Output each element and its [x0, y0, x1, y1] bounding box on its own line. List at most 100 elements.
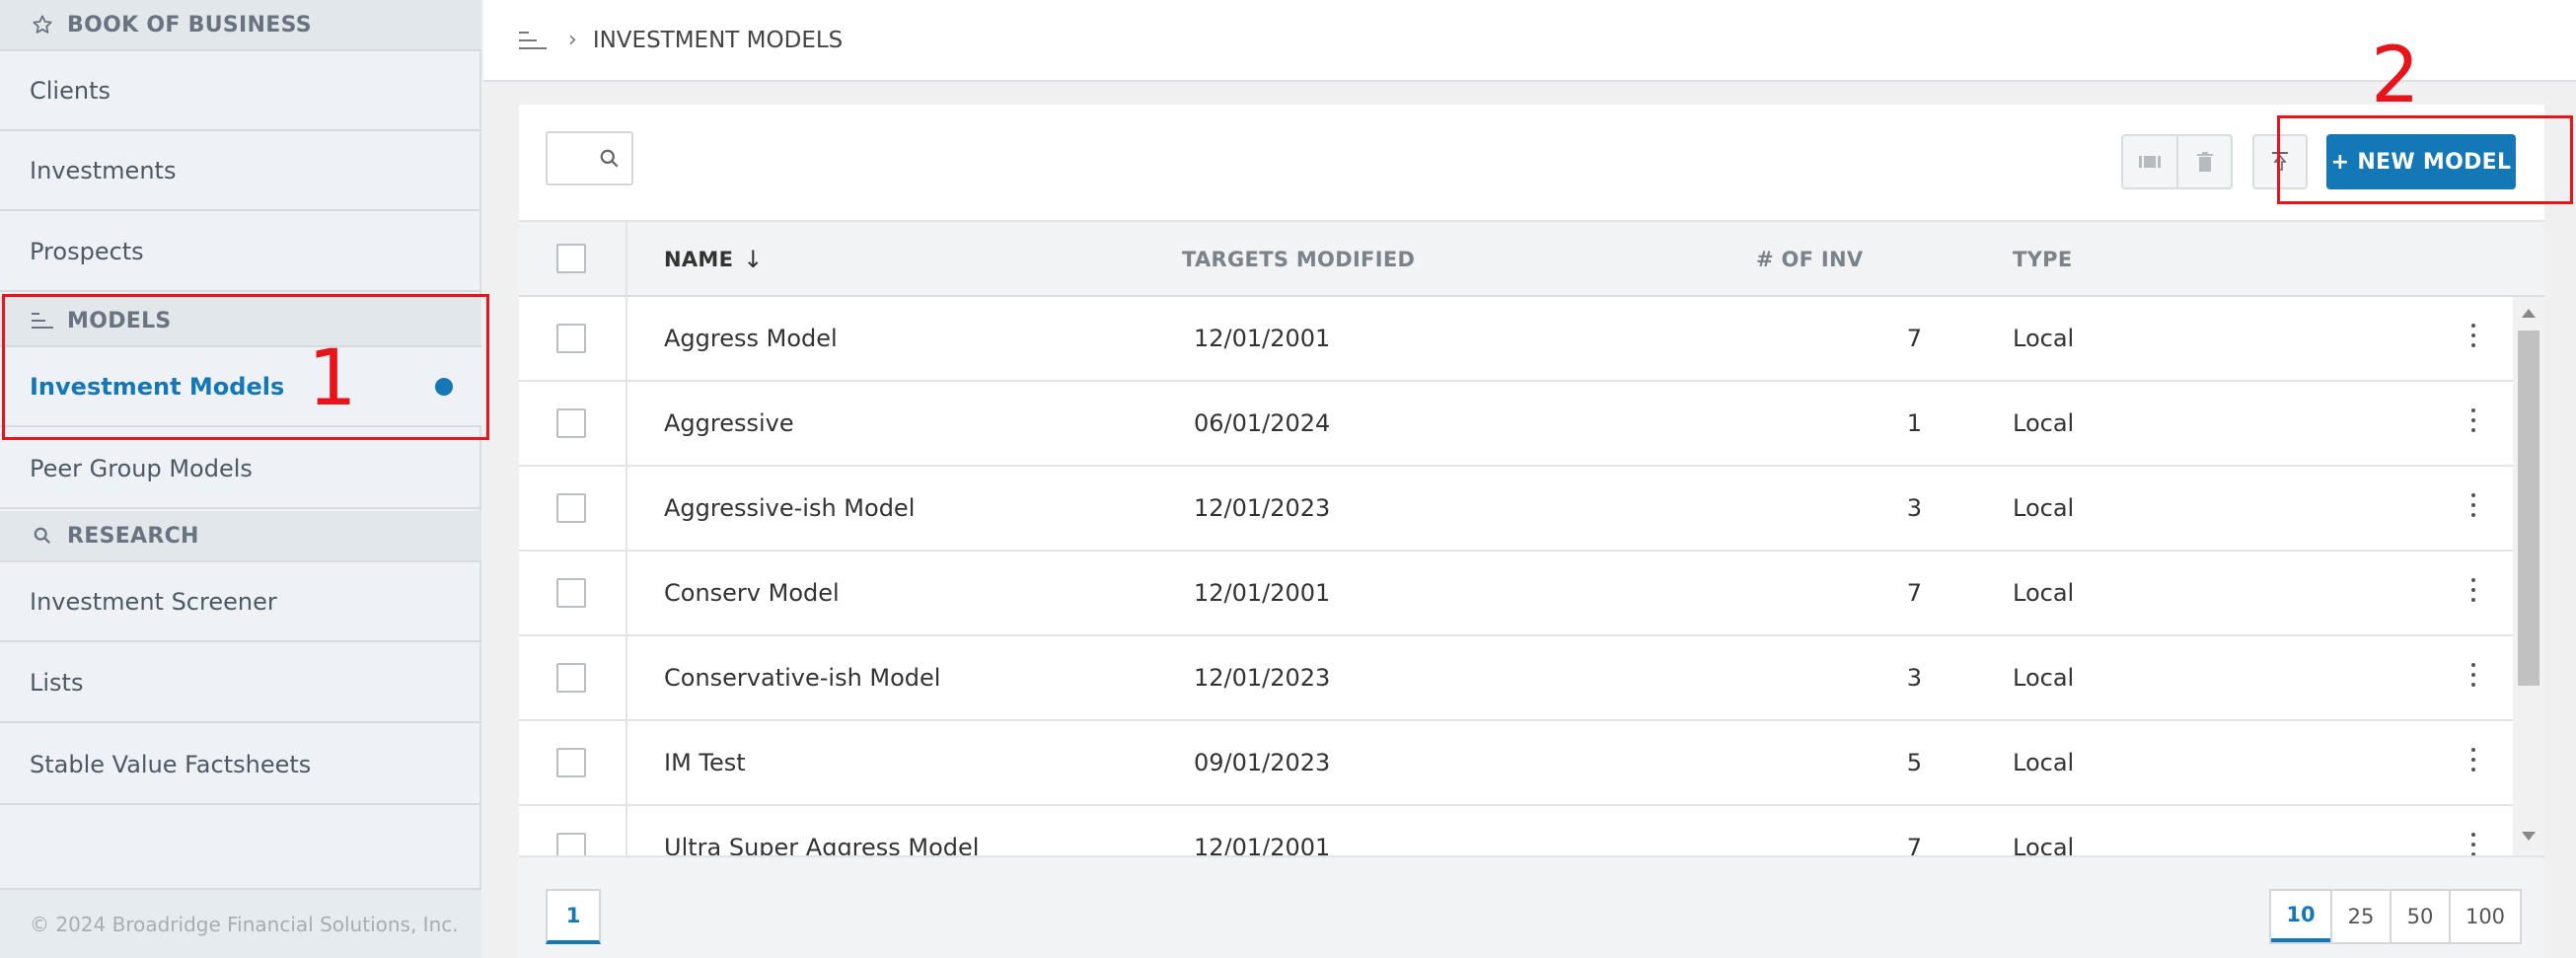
sidebar-item-label: Stable Value Factsheets: [30, 750, 312, 778]
trash-icon: [2196, 152, 2213, 172]
breadcrumb: INVESTMENT MODELS: [592, 27, 844, 53]
row-checkbox[interactable]: [556, 324, 586, 353]
row-checkbox[interactable]: [556, 493, 586, 523]
toolbar-button-group: [2121, 134, 2233, 189]
row-checkbox[interactable]: [556, 748, 586, 777]
scroll-up-icon[interactable]: [2522, 309, 2536, 318]
table-row[interactable]: Aggress Model 12/01/2001 7 Local: [519, 297, 2513, 382]
delete-button[interactable]: [2176, 136, 2231, 187]
compare-icon: [2139, 156, 2162, 168]
model-name[interactable]: Aggress Model: [664, 297, 838, 380]
section-header-label: BOOK OF BUSINESS: [67, 12, 312, 37]
table-row[interactable]: Aggressive-ish Model 12/01/2023 3 Local: [519, 467, 2513, 552]
row-checkbox[interactable]: [556, 663, 586, 693]
section-header-book-of-business: BOOK OF BUSINESS: [0, 0, 481, 51]
sort-descending-icon: ↓: [743, 246, 764, 273]
sidebar-item-label: Investment Screener: [30, 587, 277, 616]
sidebar-item-lists[interactable]: Lists: [0, 643, 481, 723]
compare-button[interactable]: [2123, 136, 2176, 187]
sidebar-item-label: Clients: [30, 76, 110, 105]
targets-modified: 12/01/2001: [1194, 579, 1331, 607]
sidebar-item-peer-group-models[interactable]: Peer Group Models: [0, 429, 481, 509]
select-all-checkbox[interactable]: [556, 244, 586, 273]
targets-modified: 12/01/2001: [1194, 325, 1331, 352]
column-header-num-inv[interactable]: # OF INV: [1756, 222, 1863, 297]
copyright-text: © 2024 Broadridge Financial Solutions, I…: [0, 888, 481, 958]
model-name[interactable]: Aggressive-ish Model: [664, 467, 915, 550]
more-options-icon[interactable]: [2468, 833, 2478, 855]
targets-modified: 09/01/2023: [1194, 749, 1331, 776]
table-header: NAME ↓ TARGETS MODIFIED # OF INV TYPE: [519, 220, 2544, 297]
model-name[interactable]: IM Test: [664, 721, 746, 804]
sidebar-item-label: Prospects: [30, 237, 144, 265]
targets-modified: 06/01/2024: [1194, 409, 1331, 437]
table-row[interactable]: Aggressive 06/01/2024 1 Local: [519, 382, 2513, 467]
page-size-100[interactable]: 100: [2449, 891, 2520, 942]
column-header-name[interactable]: NAME ↓: [664, 222, 764, 297]
vertical-scrollbar[interactable]: [2513, 297, 2544, 855]
scrollbar-thumb[interactable]: [2518, 331, 2539, 686]
more-options-icon[interactable]: [2468, 493, 2478, 517]
model-name[interactable]: Ultra Super Aggress Model: [664, 806, 979, 855]
num-investments: 3: [1906, 664, 1922, 692]
model-name[interactable]: Conserv Model: [664, 552, 840, 634]
sidebar-item-clients[interactable]: Clients: [0, 51, 481, 131]
model-name[interactable]: Aggressive: [664, 382, 794, 465]
model-type: Local: [2013, 664, 2075, 692]
star-icon: [30, 12, 55, 37]
targets-modified: 12/01/2001: [1194, 834, 1331, 855]
page-size-10[interactable]: 10: [2271, 891, 2330, 942]
column-header-label: NAME: [664, 248, 734, 271]
column-header-type[interactable]: TYPE: [2013, 222, 2072, 297]
row-checkbox[interactable]: [556, 833, 586, 855]
chevron-right-icon: ›: [568, 28, 577, 52]
scroll-down-icon[interactable]: [2522, 832, 2536, 841]
sidebar-item-investment-screener[interactable]: Investment Screener: [0, 562, 481, 642]
table-body: Aggress Model 12/01/2001 7 Local Aggress…: [519, 297, 2513, 855]
model-type: Local: [2013, 494, 2075, 522]
model-type: Local: [2013, 579, 2075, 607]
more-options-icon[interactable]: [2468, 748, 2478, 772]
sidebar: BOOK OF BUSINESS Clients Investments Pro…: [0, 0, 481, 958]
more-options-icon[interactable]: [2468, 408, 2478, 432]
page-size-25[interactable]: 25: [2330, 891, 2390, 942]
targets-modified: 12/01/2023: [1194, 664, 1331, 692]
column-divider: [626, 220, 627, 958]
model-type: Local: [2013, 325, 2075, 352]
sidebar-item-label: Peer Group Models: [30, 454, 253, 482]
table-footer: 1 10 25 50 100: [519, 855, 2544, 958]
num-investments: 7: [1906, 325, 1922, 352]
row-checkbox[interactable]: [556, 578, 586, 608]
sidebar-item-prospects[interactable]: Prospects: [0, 212, 481, 292]
sidebar-item-investments[interactable]: Investments: [0, 131, 481, 211]
table-row[interactable]: Conserv Model 12/01/2001 7 Local: [519, 552, 2513, 636]
annotation-box-1: [2, 294, 489, 440]
model-name[interactable]: Conservative-ish Model: [664, 636, 940, 719]
page-button-1[interactable]: 1: [546, 889, 601, 944]
search-icon: [600, 149, 619, 168]
num-investments: 3: [1906, 494, 1922, 522]
page-size-50[interactable]: 50: [2390, 891, 2449, 942]
table-row[interactable]: Conservative-ish Model 12/01/2023 3 Loca…: [519, 636, 2513, 721]
annotation-label-2: 2: [2371, 32, 2420, 120]
targets-modified: 12/01/2023: [1194, 494, 1331, 522]
row-checkbox[interactable]: [556, 408, 586, 438]
model-type: Local: [2013, 749, 2075, 776]
section-header-label: RESEARCH: [67, 523, 199, 549]
num-investments: 7: [1906, 579, 1922, 607]
sidebar-item-stable-value-factsheets[interactable]: Stable Value Factsheets: [0, 725, 481, 805]
more-options-icon[interactable]: [2468, 663, 2478, 687]
more-options-icon[interactable]: [2468, 324, 2478, 347]
column-header-targets-modified[interactable]: TARGETS MODIFIED: [1182, 222, 1415, 297]
num-investments: 1: [1906, 409, 1922, 437]
annotation-box-2: [2277, 115, 2573, 204]
search-input[interactable]: [546, 131, 633, 185]
page-size-selector: 10 25 50 100: [2269, 889, 2522, 944]
annotation-label-1: 1: [308, 334, 357, 423]
more-options-icon[interactable]: [2468, 578, 2478, 602]
menu-icon[interactable]: [519, 30, 547, 51]
sidebar-item-label: Investments: [30, 156, 177, 184]
table-row[interactable]: Ultra Super Aggress Model 12/01/2001 7 L…: [519, 806, 2513, 855]
top-bar: › INVESTMENT MODELS: [483, 0, 2576, 82]
table-row[interactable]: IM Test 09/01/2023 5 Local: [519, 721, 2513, 806]
